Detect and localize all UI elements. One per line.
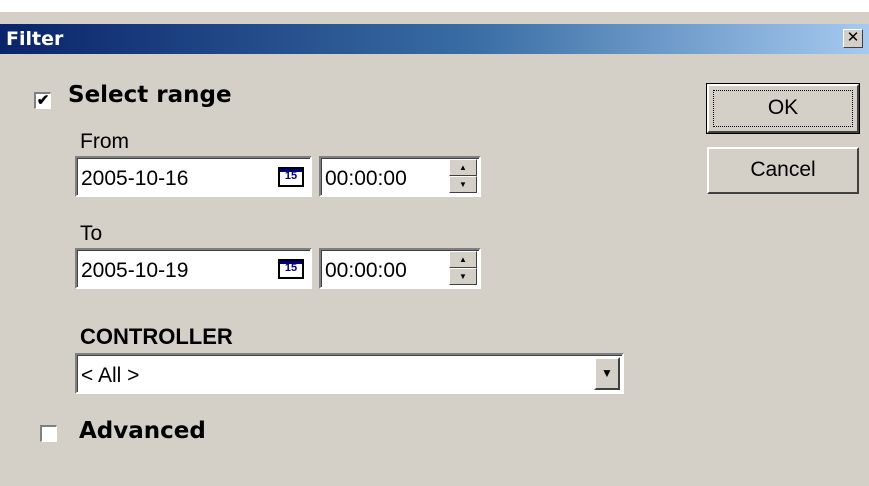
from-time-field[interactable]: 00:00:00 ▲ ▼	[319, 156, 481, 197]
dropdown-arrow-icon[interactable]: ▼	[594, 357, 620, 390]
close-icon: ✕	[846, 29, 860, 46]
from-time-value[interactable]: 00:00:00	[325, 167, 407, 191]
to-time-field[interactable]: 00:00:00 ▲ ▼	[319, 248, 481, 289]
calendar-day-text: 15	[284, 170, 298, 182]
from-time-spinner[interactable]: ▲ ▼	[449, 159, 477, 194]
controller-dropdown[interactable]: < All > ▼	[75, 353, 624, 394]
calendar-icon[interactable]: 15	[278, 259, 304, 279]
calendar-icon[interactable]: 15	[278, 167, 304, 187]
checkmark-icon: ✔	[36, 92, 50, 109]
title-bar: Filter ✕	[0, 24, 869, 54]
cancel-button[interactable]: Cancel	[707, 147, 859, 194]
to-time-spinner[interactable]: ▲ ▼	[449, 251, 477, 286]
calendar-day-text: 15	[284, 262, 298, 274]
from-label: From	[80, 130, 129, 153]
ok-button[interactable]: OK	[706, 83, 860, 134]
spin-down-icon[interactable]: ▼	[449, 176, 477, 193]
from-date-value[interactable]: 2005-10-16	[81, 167, 188, 191]
advanced-label[interactable]: Advanced	[79, 418, 206, 444]
select-range-label[interactable]: Select range	[68, 82, 232, 108]
controller-selected-value[interactable]: < All >	[81, 364, 139, 388]
to-date-value[interactable]: 2005-10-19	[81, 259, 188, 283]
filter-dialog: Filter ✕ ✔ Select range From 2005-10-16 …	[0, 0, 869, 486]
to-label: To	[80, 222, 103, 245]
advanced-checkbox[interactable]	[40, 425, 57, 442]
cancel-button-label: Cancel	[750, 158, 816, 181]
select-range-checkbox[interactable]: ✔	[34, 92, 51, 109]
to-date-picker[interactable]: 2005-10-19 15	[75, 248, 312, 289]
close-button[interactable]: ✕	[843, 29, 863, 48]
spin-up-icon[interactable]: ▲	[449, 251, 477, 268]
to-time-value[interactable]: 00:00:00	[325, 259, 407, 283]
from-date-picker[interactable]: 2005-10-16 15	[75, 156, 312, 197]
spin-down-icon[interactable]: ▼	[449, 268, 477, 285]
controller-label: CONTROLLER	[80, 324, 233, 349]
window-title: Filter	[6, 28, 64, 50]
spin-up-icon[interactable]: ▲	[449, 159, 477, 176]
focus-ring	[713, 90, 853, 127]
